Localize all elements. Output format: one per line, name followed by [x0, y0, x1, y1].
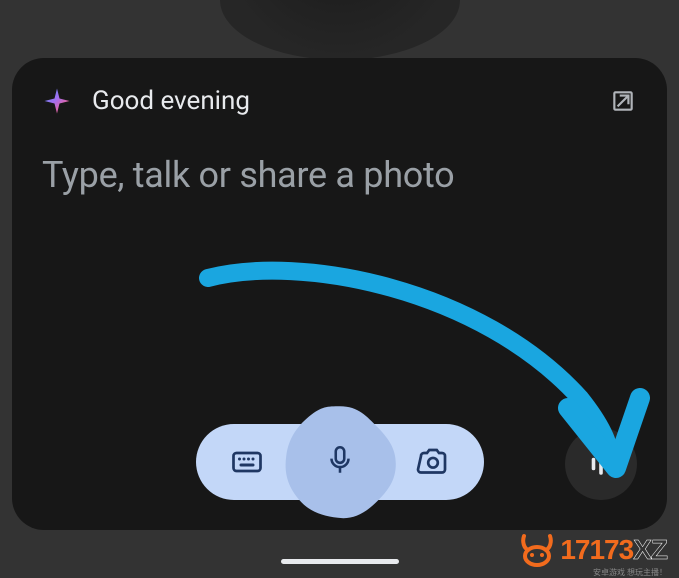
assistant-panel: Good evening Type, talk or share a photo	[12, 58, 667, 530]
watermark-text: 17173XZ	[560, 534, 667, 566]
microphone-button[interactable]	[278, 400, 402, 524]
camera-button[interactable]	[404, 433, 462, 491]
camera-icon	[415, 444, 451, 480]
prompt-input[interactable]: Type, talk or share a photo	[42, 154, 637, 196]
live-assistant-button[interactable]	[565, 428, 637, 500]
background-shadow	[220, 0, 460, 60]
header-left: Good evening	[42, 86, 250, 116]
keyboard-button[interactable]	[218, 433, 276, 491]
sparkle-icon	[42, 86, 72, 116]
watermark-subtitle: 安卓游戏 想玩主播！	[593, 567, 667, 578]
input-mode-pill	[196, 424, 484, 500]
open-in-new-icon	[610, 88, 636, 114]
microphone-icon	[323, 443, 357, 481]
sound-bars-sparkle-icon	[583, 446, 619, 482]
keyboard-icon	[229, 444, 265, 480]
greeting-text: Good evening	[92, 86, 250, 116]
watermark-mascot-icon	[518, 532, 556, 568]
expand-button[interactable]	[609, 87, 637, 115]
watermark-logo: 17173XZ 安卓游戏 想玩主播！	[518, 532, 667, 568]
home-indicator[interactable]	[281, 559, 399, 564]
panel-header: Good evening	[42, 86, 637, 116]
